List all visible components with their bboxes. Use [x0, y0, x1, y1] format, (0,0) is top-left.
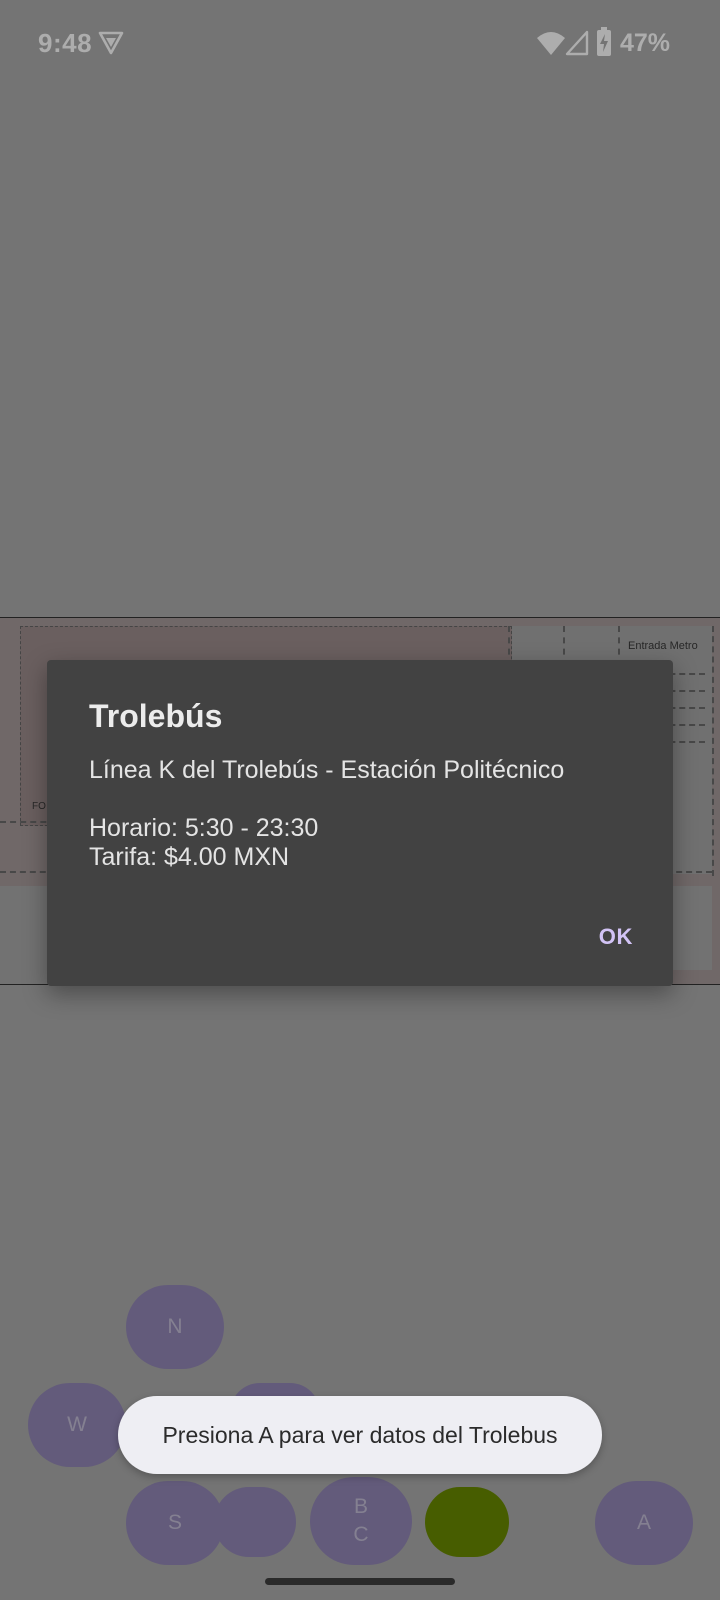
trolleybus-info-dialog: Trolebús Línea K del Trolebús - Estación…	[47, 660, 673, 986]
gesture-nav-handle[interactable]	[265, 1578, 455, 1585]
ok-button[interactable]: OK	[599, 924, 633, 950]
dialog-title: Trolebús	[89, 698, 223, 734]
toast-message: Presiona A para ver datos del Trolebus	[118, 1396, 602, 1474]
dialog-message: Línea K del Trolebús - Estación Politécn…	[89, 756, 565, 871]
